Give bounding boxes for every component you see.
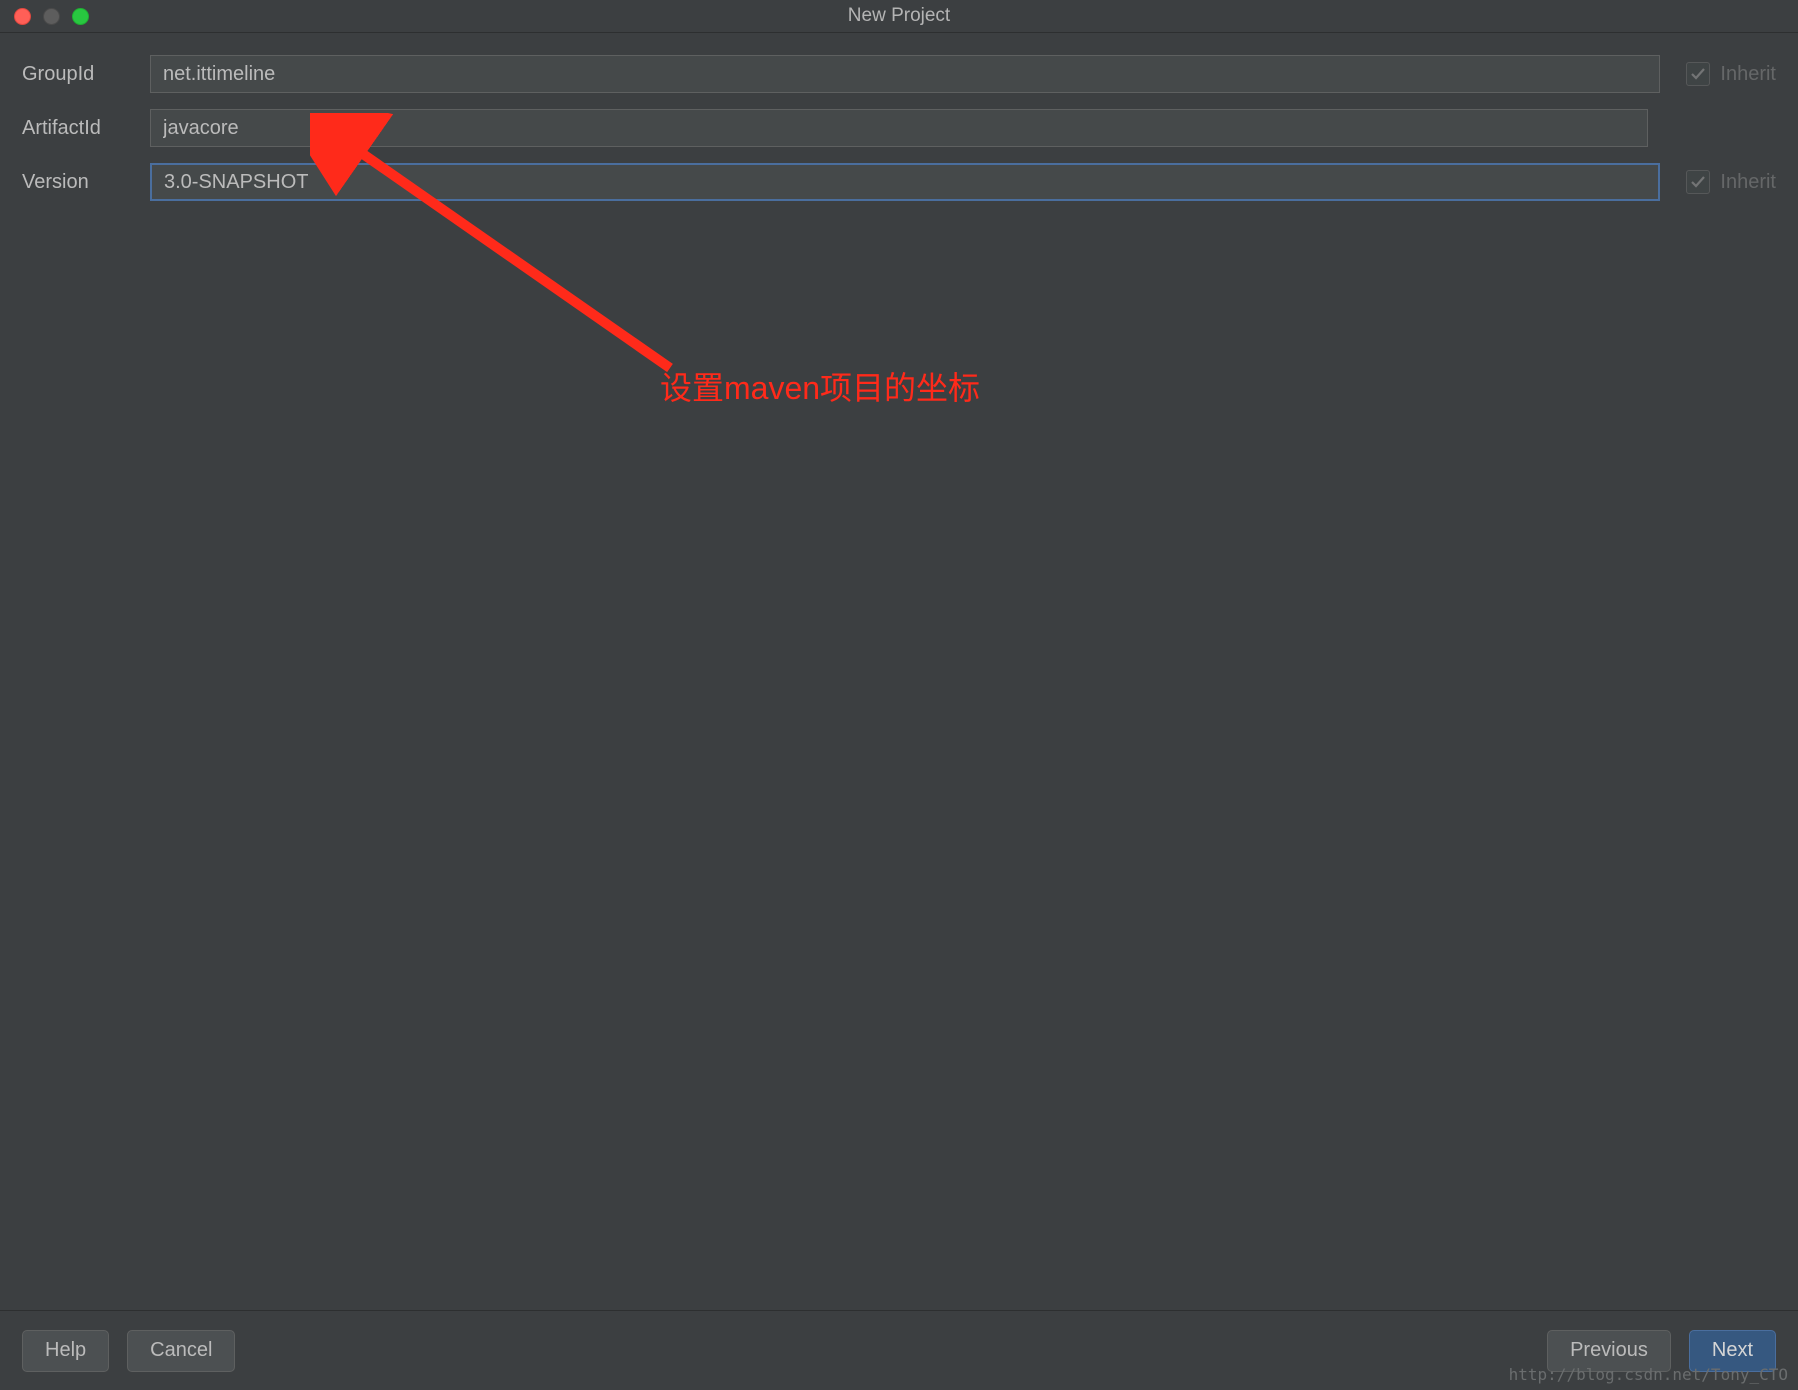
groupid-inherit-label: Inherit — [1720, 63, 1776, 86]
content-area: GroupId Inherit ArtifactId Version Inher… — [0, 33, 1798, 201]
groupid-input[interactable] — [150, 55, 1660, 93]
version-inherit: Inherit — [1686, 170, 1776, 194]
annotation-text: 设置maven项目的坐标 — [660, 363, 980, 409]
maximize-window-icon[interactable] — [72, 8, 89, 25]
artifactid-row: ArtifactId — [22, 109, 1776, 147]
version-inherit-checkbox[interactable] — [1686, 170, 1710, 194]
watermark: http://blog.csdn.net/Tony_CTO — [1509, 1365, 1788, 1384]
groupid-inherit-checkbox[interactable] — [1686, 62, 1710, 86]
titlebar: New Project — [0, 0, 1798, 33]
footer-left: Help Cancel — [22, 1330, 235, 1372]
groupid-label: GroupId — [22, 63, 150, 86]
version-inherit-label: Inherit — [1720, 171, 1776, 194]
groupid-inherit: Inherit — [1686, 62, 1776, 86]
version-input[interactable] — [150, 163, 1660, 201]
window-title: New Project — [848, 5, 950, 27]
groupid-row: GroupId Inherit — [22, 55, 1776, 93]
version-row: Version Inherit — [22, 163, 1776, 201]
close-window-icon[interactable] — [14, 8, 31, 25]
help-button[interactable]: Help — [22, 1330, 109, 1372]
artifactid-input[interactable] — [150, 109, 1648, 147]
artifactid-label: ArtifactId — [22, 117, 150, 140]
minimize-window-icon[interactable] — [43, 8, 60, 25]
annotation-arrow-icon — [310, 113, 720, 403]
traffic-lights — [0, 8, 89, 25]
checkmark-icon — [1690, 174, 1706, 190]
version-label: Version — [22, 171, 150, 194]
cancel-button[interactable]: Cancel — [127, 1330, 235, 1372]
checkmark-icon — [1690, 66, 1706, 82]
